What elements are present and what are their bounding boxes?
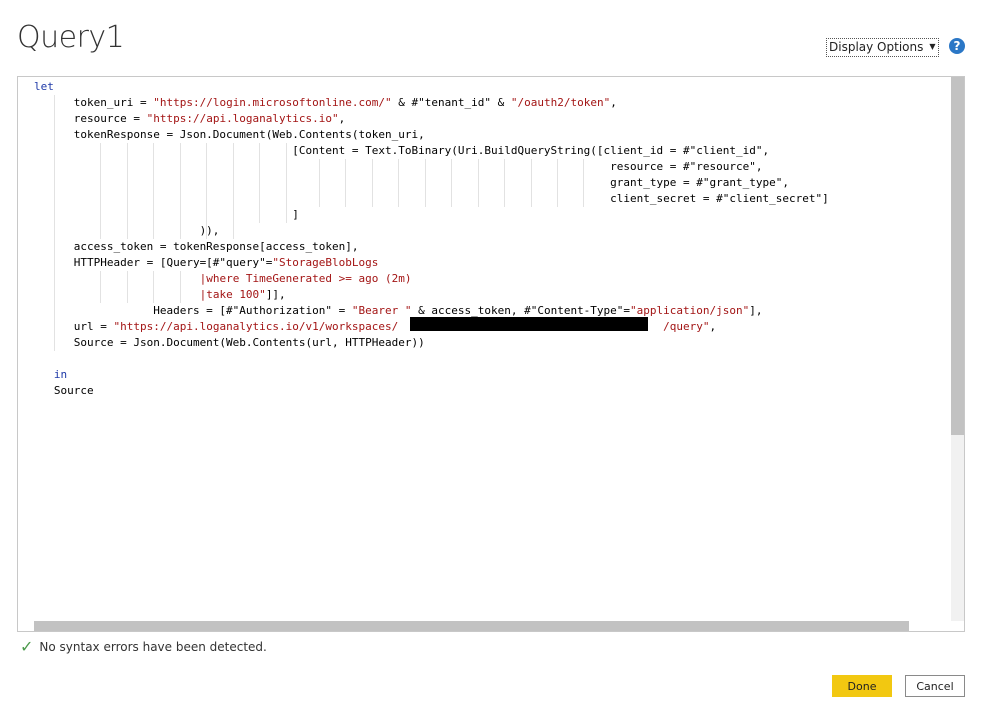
code-text[interactable]: let token_uri = "https://login.microsoft… xyxy=(34,79,829,399)
code-token: |take 100" xyxy=(199,288,266,301)
vertical-scrollbar-thumb[interactable] xyxy=(951,77,964,435)
code-token: |where TimeGenerated >= ago (2m) xyxy=(199,272,412,285)
code-token: & #"tenant_id" & xyxy=(391,96,511,109)
code-token: token_uri = xyxy=(34,96,154,109)
code-token: , xyxy=(709,320,717,333)
syntax-status: ✓ No syntax errors have been detected. xyxy=(20,637,267,656)
code-token: & access_token, #"Content-Type"= xyxy=(411,304,631,317)
code-token: let xyxy=(34,80,54,93)
code-token: grant_type = #"grant_type", xyxy=(34,176,789,189)
horizontal-scrollbar[interactable] xyxy=(18,621,964,631)
code-token: tokenResponse = Json.Document(Web.Conten… xyxy=(34,128,425,141)
code-token: HTTPHeader = [Query=[#"query"= xyxy=(34,256,273,269)
code-token: ], xyxy=(749,304,763,317)
code-line: let xyxy=(34,79,829,95)
code-token: url = xyxy=(34,320,114,333)
code-token: resource = #"resource", xyxy=(34,160,763,173)
code-line: Source xyxy=(34,383,829,399)
code-line: token_uri = "https://login.microsoftonli… xyxy=(34,95,829,111)
code-line: [Content = Text.ToBinary(Uri.BuildQueryS… xyxy=(34,143,829,159)
page-title: Query1 xyxy=(17,20,125,55)
code-token: , xyxy=(338,112,346,125)
vertical-scrollbar[interactable] xyxy=(951,77,964,631)
code-token: "StorageBlobLogs xyxy=(272,256,379,269)
code-token: "/oauth2/token" xyxy=(510,96,611,109)
code-line: tokenResponse = Json.Document(Web.Conten… xyxy=(34,127,829,143)
code-line: HTTPHeader = [Query=[#"query"="StorageBl… xyxy=(34,255,829,271)
code-token: Source = Json.Document(Web.Contents(url,… xyxy=(34,336,425,349)
display-options-dropdown[interactable]: Display Options ▼ xyxy=(826,38,939,57)
redacted-workspace-id xyxy=(410,317,648,331)
code-line: |where TimeGenerated >= ago (2m) xyxy=(34,271,829,287)
code-token: "https://login.microsoftonline.com/" xyxy=(153,96,392,109)
code-line: |take 100"]], xyxy=(34,287,829,303)
code-token: "application/json" xyxy=(630,304,750,317)
code-line: grant_type = #"grant_type", xyxy=(34,175,829,191)
checkmark-icon: ✓ xyxy=(20,637,34,656)
code-token: /query" xyxy=(663,320,710,333)
done-button[interactable]: Done xyxy=(832,675,892,697)
code-token: access_token = tokenResponse[access_toke… xyxy=(34,240,359,253)
code-token: "Bearer " xyxy=(351,304,412,317)
code-line: )), xyxy=(34,223,829,239)
horizontal-scrollbar-thumb[interactable] xyxy=(34,621,909,631)
code-token: "https://api.loganalytics.io/v1/workspac… xyxy=(113,320,399,333)
code-line: client_secret = #"client_secret"] xyxy=(34,191,829,207)
code-line: access_token = tokenResponse[access_toke… xyxy=(34,239,829,255)
code-token: Headers = [#"Authorization" = xyxy=(34,304,352,317)
code-line: in xyxy=(34,367,829,383)
code-token: client_secret = #"client_secret"] xyxy=(34,192,829,205)
code-token: "https://api.loganalytics.io" xyxy=(146,112,339,125)
display-options-label: Display Options xyxy=(829,40,924,54)
code-token: )), xyxy=(34,224,220,237)
code-line: ] xyxy=(34,207,829,223)
code-token: ]], xyxy=(265,288,286,301)
code-line: resource = "https://api.loganalytics.io"… xyxy=(34,111,829,127)
code-token: in xyxy=(53,368,68,381)
code-token: , xyxy=(610,96,617,109)
status-message: No syntax errors have been detected. xyxy=(39,639,267,654)
chevron-down-icon: ▼ xyxy=(929,42,936,51)
code-token: [Content = Text.ToBinary(Uri.BuildQueryS… xyxy=(34,144,770,157)
code-line: resource = #"resource", xyxy=(34,159,829,175)
code-line: Source = Json.Document(Web.Contents(url,… xyxy=(34,335,829,351)
code-token: resource = xyxy=(34,112,147,125)
code-token: ] xyxy=(34,208,299,221)
help-icon[interactable]: ? xyxy=(949,38,965,54)
code-token: Source xyxy=(34,384,94,397)
cancel-button[interactable]: Cancel xyxy=(905,675,965,697)
code-editor[interactable]: let token_uri = "https://login.microsoft… xyxy=(17,76,965,632)
